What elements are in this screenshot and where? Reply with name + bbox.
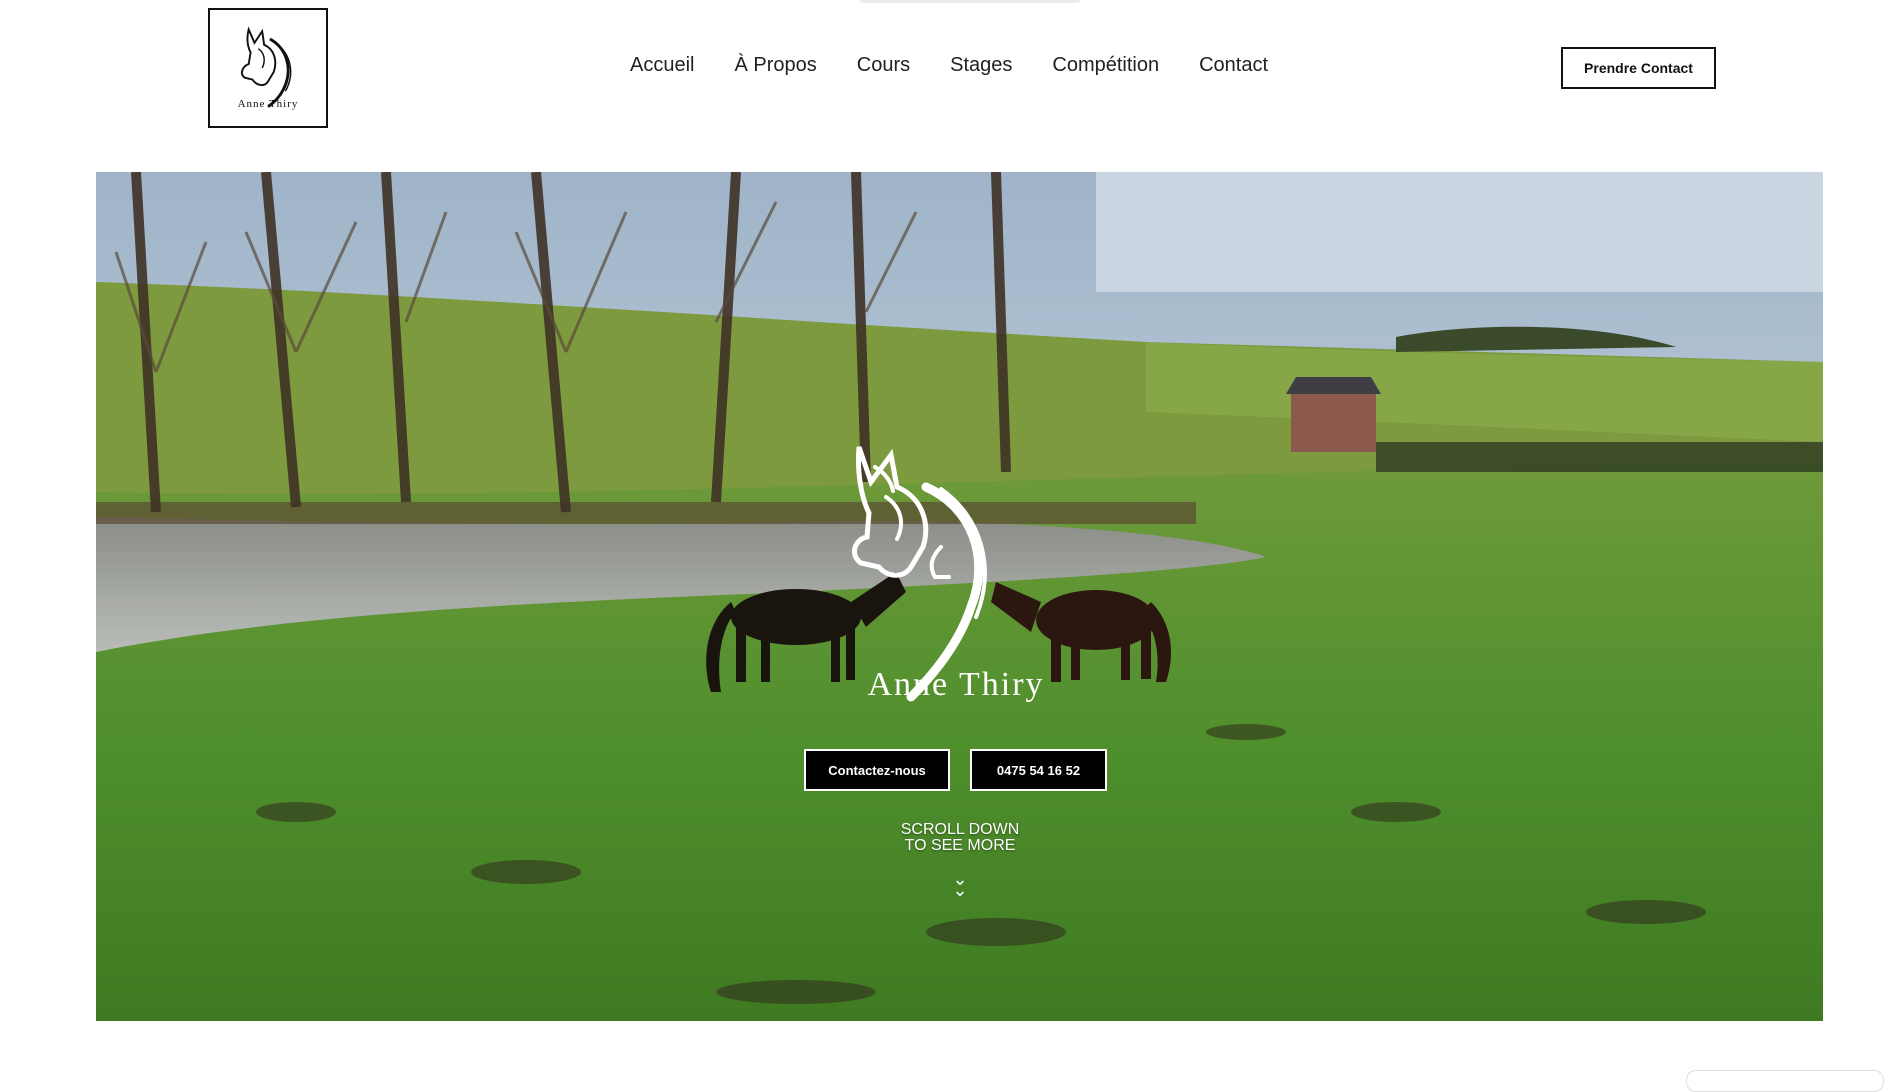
double-chevron-down-icon[interactable]: ⌄ ⌄ (947, 870, 973, 899)
top-edge-tab (860, 0, 1080, 3)
nav-stages[interactable]: Stages (950, 54, 1012, 77)
scroll-hint-line2: TO SEE MORE (904, 837, 1016, 854)
nav-competition[interactable]: Compétition (1052, 54, 1159, 77)
scroll-hint: SCROLL DOWN TO SEE MORE (880, 822, 1040, 854)
site-logo[interactable]: Anne Thiry (208, 8, 328, 128)
phone-button[interactable]: 0475 54 16 52 (970, 749, 1107, 791)
main-navigation: Accueil À Propos Cours Stages Compétitio… (630, 54, 1268, 77)
nav-accueil[interactable]: Accueil (630, 54, 694, 77)
hero-section: Anne Thiry Contactez-nous 0475 54 16 52 … (96, 172, 1823, 1021)
contactez-nous-button[interactable]: Contactez-nous (804, 749, 950, 791)
nav-contact[interactable]: Contact (1199, 54, 1268, 77)
hero-logo-text: Anne Thiry (867, 666, 1045, 703)
logo-text: Anne Thiry (237, 98, 299, 110)
corner-widget[interactable] (1686, 1070, 1884, 1092)
scroll-hint-line1: SCROLL DOWN (900, 821, 1020, 838)
nav-a-propos[interactable]: À Propos (734, 54, 816, 77)
nav-cours[interactable]: Cours (857, 54, 910, 77)
prendre-contact-button[interactable]: Prendre Contact (1561, 47, 1716, 89)
